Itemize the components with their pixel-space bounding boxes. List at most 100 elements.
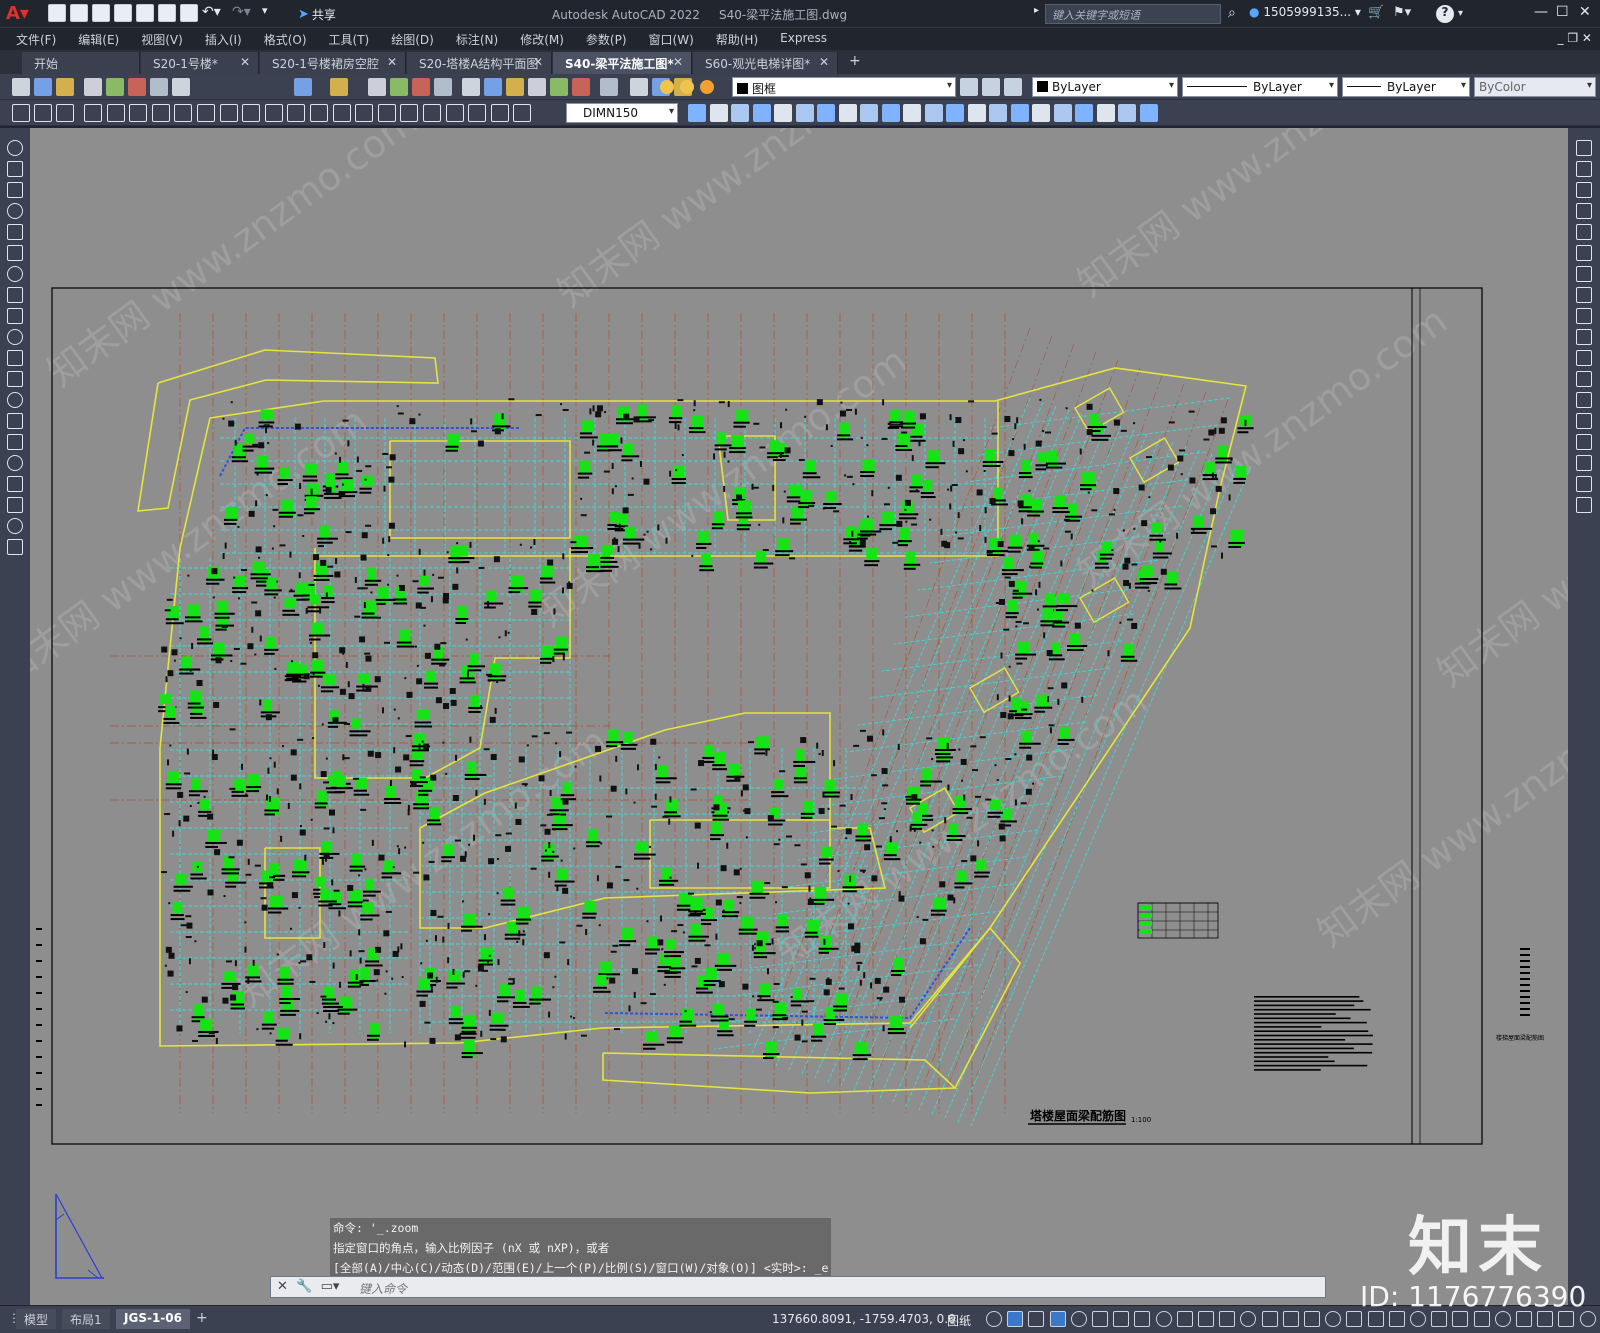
command-line-controls[interactable]: ✕ 🔧 ▭▾ [277,1279,339,1294]
point-icon[interactable] [7,413,23,429]
linetype-dropdown[interactable]: ByLayer ▾ [1182,77,1338,97]
gradient-icon[interactable] [7,455,23,471]
model-space-icon[interactable] [986,1311,1002,1327]
3d-tool-icon[interactable] [838,104,857,122]
user-account[interactable]: ● 1505999135... ▾ [1249,5,1361,19]
extend-icon[interactable] [1576,350,1592,366]
color-dropdown[interactable]: ByLayer ▾ [1032,77,1178,97]
jogged-linear-icon[interactable] [446,104,464,122]
menu-help[interactable]: 帮助(H) [716,28,769,50]
polygon-icon[interactable] [7,203,23,219]
customize-qat-icon[interactable]: ▾ [262,4,274,22]
3d-tool-icon[interactable] [860,104,878,122]
continue-dim-icon[interactable] [310,104,328,122]
close-tab-icon[interactable]: ✕ [673,55,683,69]
minimize-icon[interactable]: — [1534,4,1548,20]
3d-tool-icon[interactable] [924,104,943,122]
file-tab-s20-towerA[interactable]: S20-塔楼A结构平面图 ✕ [407,52,552,74]
dim-space-icon[interactable] [333,104,351,122]
share-button[interactable]: ➤ 共享 [298,4,348,24]
menu-parametric[interactable]: 参数(P) [586,28,638,50]
menu-express[interactable]: Express [780,28,838,50]
polar-icon[interactable] [1113,1311,1130,1327]
tolerance-icon[interactable] [378,104,396,122]
close-tab-icon[interactable]: ✕ [387,55,397,69]
revision-cloud-icon[interactable] [7,287,23,303]
3d-tool-icon[interactable] [989,104,1007,122]
annotation-monitor-icon[interactable] [1431,1311,1448,1327]
clean-screen-icon[interactable] [1558,1311,1575,1327]
layout-tab-layout1[interactable]: 布局1 [62,1309,110,1329]
infer-constraints-icon[interactable] [1049,1311,1066,1327]
pan-icon[interactable] [368,78,386,96]
file-tab-s40-beam[interactable]: S40-梁平法施工图* ✕ [553,52,692,74]
save-as-icon[interactable] [114,4,132,22]
linear-dim-icon[interactable] [84,104,102,122]
3d-tool-icon[interactable] [1075,104,1093,122]
dim-text-edit-icon[interactable] [491,104,509,122]
style-manager-icon[interactable] [12,104,30,122]
plotstyle-dropdown[interactable]: ByColor ▾ [1474,77,1596,97]
text-style-icon[interactable] [34,104,52,122]
offset-icon[interactable] [1576,203,1592,219]
menu-draw[interactable]: 绘图(D) [391,28,445,50]
command-input[interactable]: 键入命令 [359,1280,407,1297]
help-icon[interactable]: ? [1436,5,1454,23]
quick-properties-icon[interactable] [1473,1311,1490,1327]
new-tab-button[interactable]: + [849,53,861,69]
zoom-realtime-icon[interactable] [390,78,408,96]
polyline-icon[interactable] [7,182,23,198]
help-icon[interactable] [600,78,618,96]
3d-tool-icon[interactable] [1139,104,1158,122]
design-center-icon[interactable] [484,78,502,96]
search-input[interactable]: 键入关键字或短语 [1045,4,1221,24]
layer-on-icon[interactable] [660,80,674,94]
selection-filter-icon[interactable] [1304,1311,1320,1327]
fillet-icon[interactable] [1576,455,1592,471]
undo-icon[interactable]: ↶▾ [202,4,228,22]
annotation-visibility-icon[interactable] [1346,1311,1363,1327]
3d-tool-icon[interactable] [817,104,835,122]
3d-tool-icon[interactable] [903,104,921,122]
space-toggle[interactable]: 图纸 [947,1312,971,1329]
close-tab-icon[interactable]: ✕ [533,55,543,69]
match-layer-icon[interactable] [960,78,978,96]
inspect-icon[interactable] [423,104,441,122]
3d-tool-icon[interactable] [967,104,986,122]
coordinates-readout[interactable]: 137660.8091, -1759.4703, 0.0... [772,1312,967,1326]
open-icon[interactable] [70,4,88,22]
dim-style-icon[interactable] [56,104,74,122]
file-tab-s20-1[interactable]: S20-1号楼* ✕ [141,52,259,74]
3d-tool-icon[interactable] [1053,104,1072,122]
preview-icon[interactable] [106,78,124,96]
3d-tool-icon[interactable] [795,104,814,122]
close-icon[interactable]: ✕ [1579,4,1591,20]
3d-tool-icon[interactable] [688,104,706,122]
explode-icon[interactable] [1576,497,1592,513]
save-icon[interactable] [92,4,110,22]
layer-lock-icon[interactable] [700,80,714,94]
print-icon[interactable] [180,4,198,22]
document-window-controls[interactable]: _ ❐ ✕ [1558,31,1592,45]
help-dropdown-icon[interactable]: ▾ [1458,8,1463,19]
search-expand-icon[interactable]: ▸ [1034,5,1039,16]
3d-tool-icon[interactable] [709,104,728,122]
layer-iso-icon[interactable] [982,78,1000,96]
autodesk-app-icon[interactable]: ⚑▾ [1393,5,1411,20]
grid-icon[interactable] [1007,1311,1024,1327]
join-icon[interactable] [1576,413,1592,429]
3d-tool-icon[interactable] [881,104,900,122]
redo-icon[interactable]: ↷▾ [232,4,258,22]
menu-insert[interactable]: 插入(I) [205,28,253,50]
command-line[interactable]: ✕ 🔧 ▭▾ 键入命令 [270,1276,1326,1298]
dim-edit-icon[interactable] [468,104,486,122]
erase-icon[interactable] [1576,140,1592,156]
ellipse-icon[interactable] [7,329,23,345]
publish-icon[interactable] [136,4,154,22]
region-icon[interactable] [7,476,23,492]
properties-icon[interactable] [462,78,480,96]
arc-icon[interactable] [7,245,23,261]
table-icon[interactable] [7,497,23,513]
file-tab-s60-elevator[interactable]: S60-观光电梯详图* ✕ [693,52,838,74]
copy-icon[interactable] [1576,161,1592,177]
